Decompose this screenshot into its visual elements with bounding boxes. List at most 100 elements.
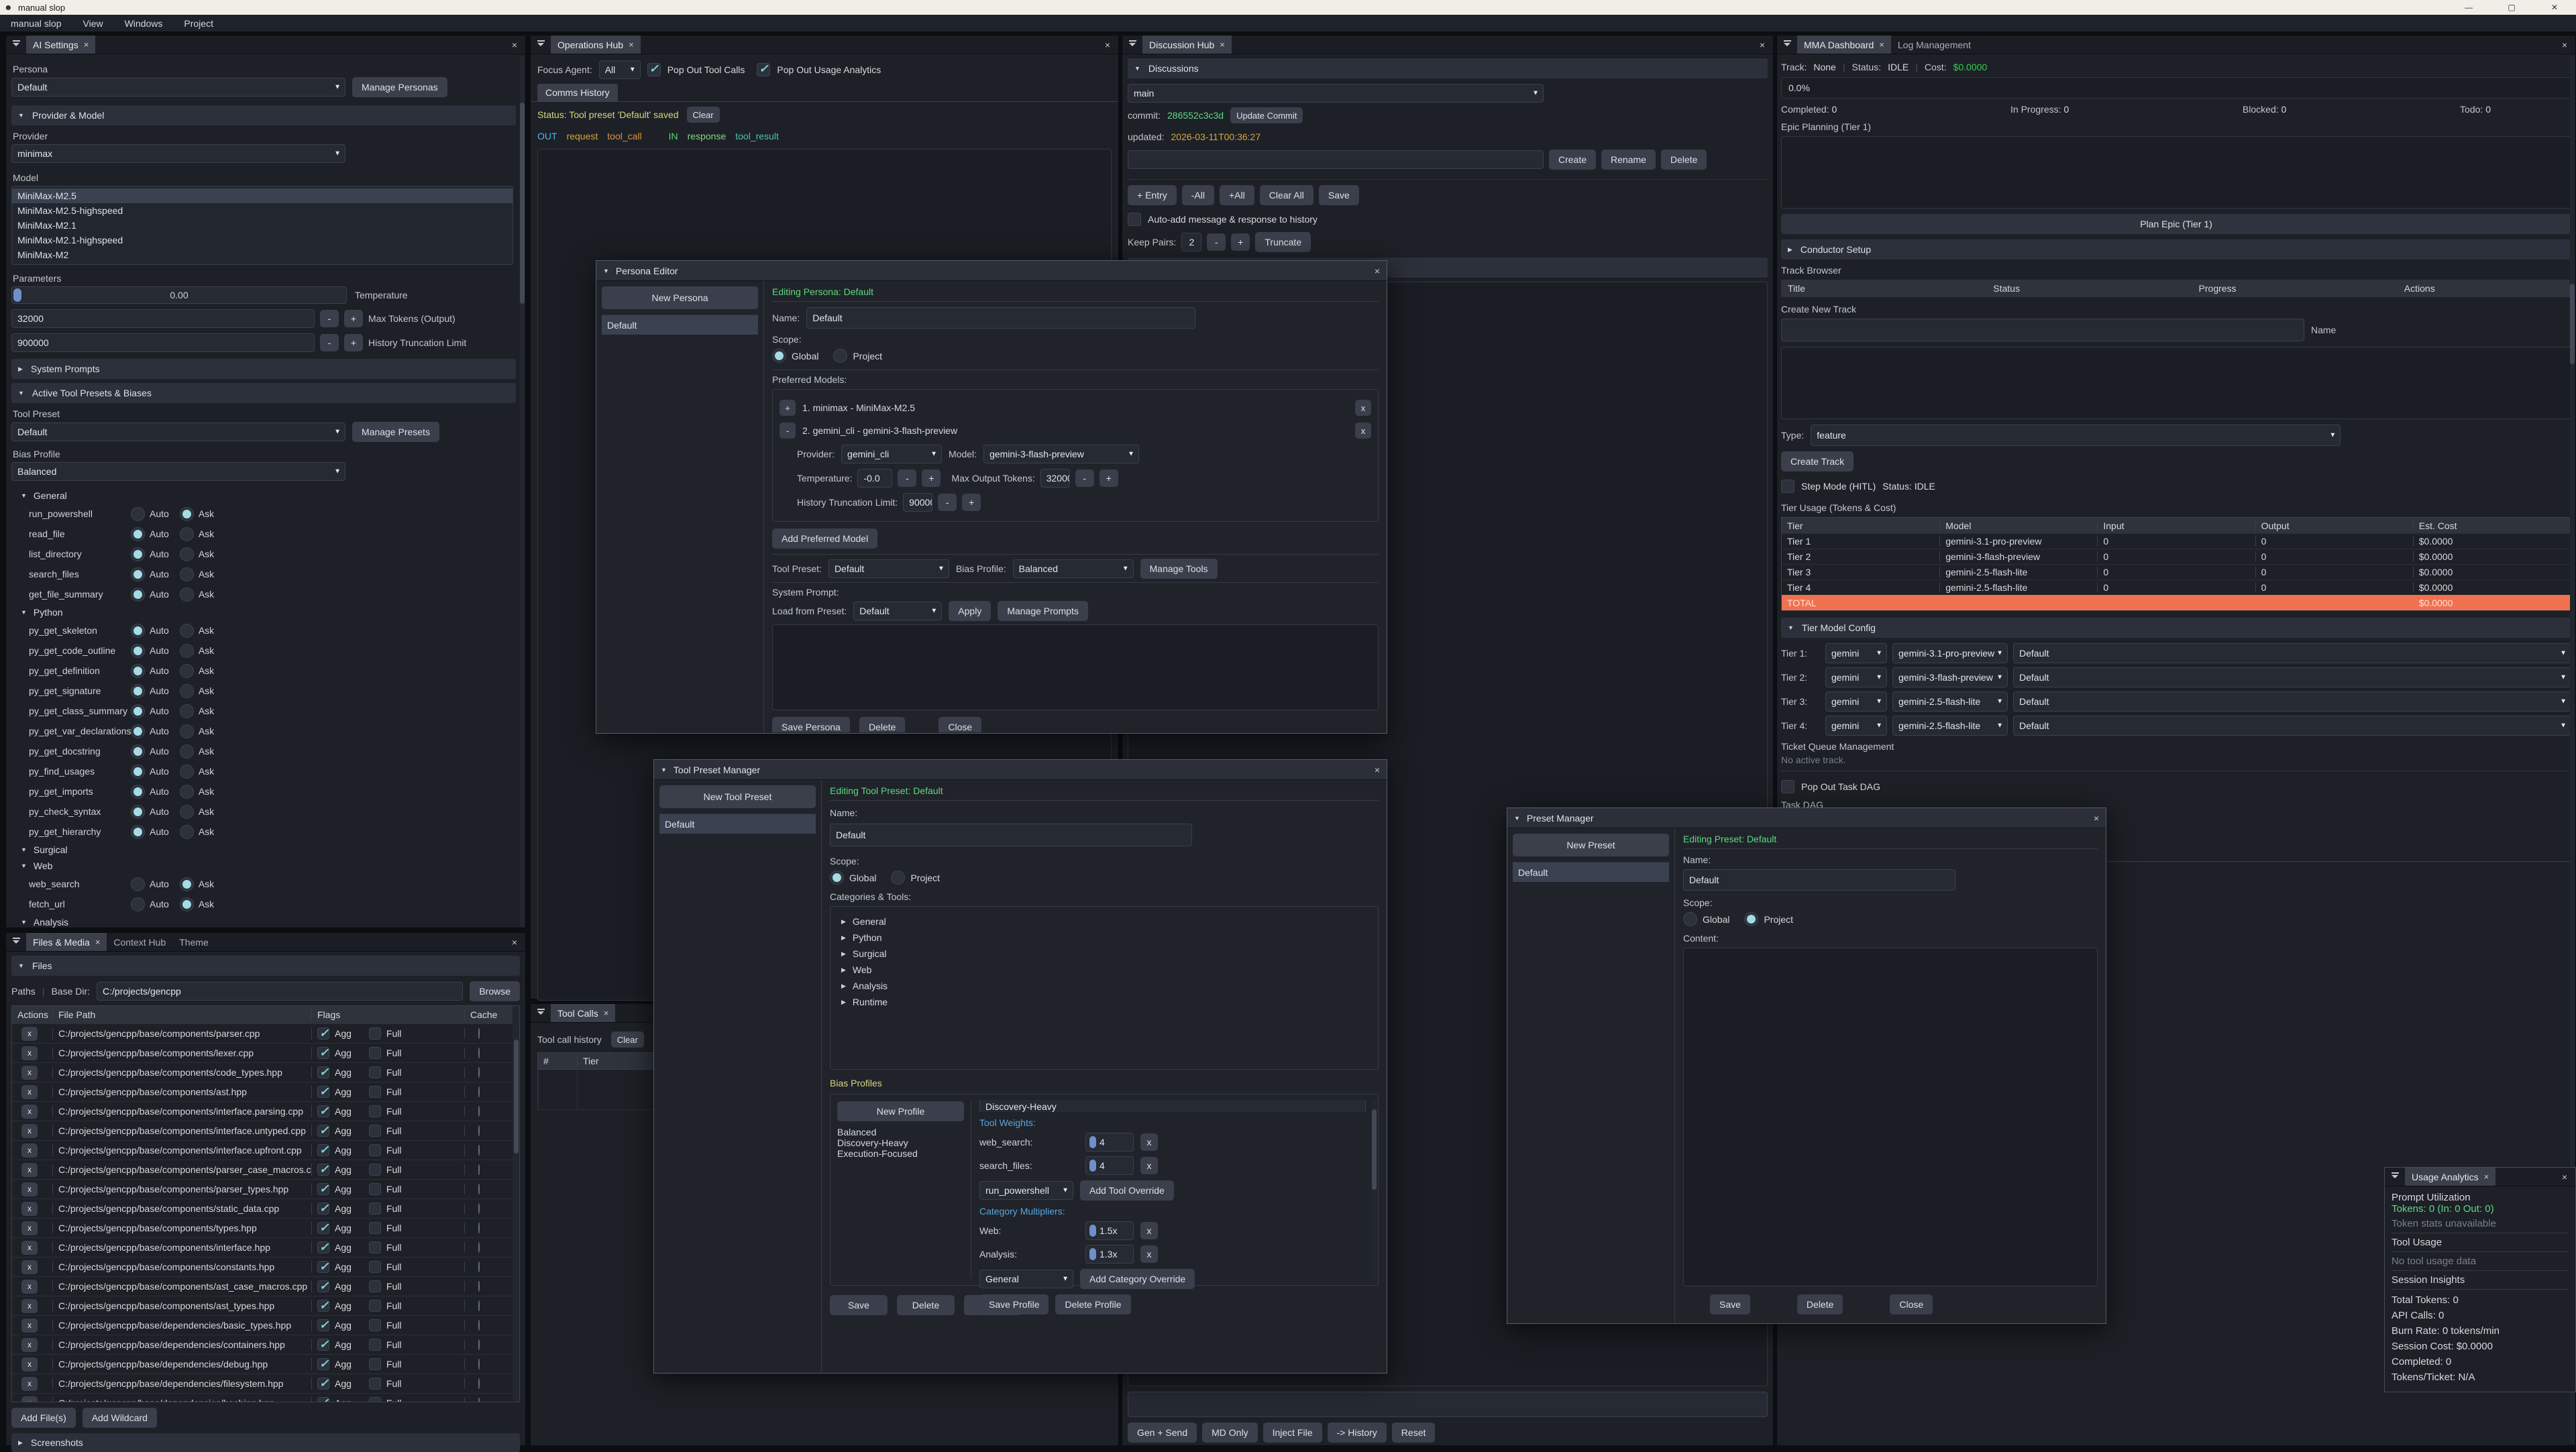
chevron-down-icon[interactable]: ▼ [603,268,609,274]
ask-radio[interactable] [180,897,194,911]
tab-operations-hub[interactable]: Operations Hub× [551,36,641,54]
category-item[interactable]: ▶ Surgical [837,946,1371,962]
category-item[interactable]: ▶ Python [837,930,1371,946]
manage-prompts-button[interactable]: Manage Prompts [998,601,1088,621]
scrollbar-thumb[interactable] [520,103,525,304]
list-item[interactable]: Default [602,315,758,335]
agg-checkbox[interactable] [317,1027,329,1040]
auto-radio[interactable] [131,785,145,799]
model-list-item[interactable]: MiniMax-M2.1-highspeed [12,233,513,247]
new-persona-button[interactable]: New Persona [602,286,758,309]
bias-profile-dropdown[interactable]: Balanced [11,462,345,481]
panel-tab[interactable]: MMA Dashboard× [1797,36,1891,54]
agg-checkbox[interactable] [317,1280,329,1292]
scrollbar[interactable] [520,56,525,926]
remove-file-button[interactable]: x [21,1085,38,1099]
increment-button[interactable]: + [344,310,363,327]
popout-usage-checkbox[interactable] [757,63,770,76]
category-item[interactable]: ▶ General [837,913,1371,930]
scrollbar-thumb[interactable] [2570,284,2575,364]
auto-radio[interactable] [131,877,145,891]
remove-file-button[interactable]: x [21,1027,38,1041]
full-checkbox[interactable] [369,1144,381,1156]
persona-dropdown[interactable]: Default [11,78,345,97]
full-checkbox[interactable] [369,1203,381,1215]
ask-radio[interactable] [180,877,194,891]
tier-model-config-section-header[interactable]: ▼ Tier Model Config [1781,618,2571,638]
screenshots-section-header[interactable]: ▶ Screenshots [11,1433,520,1452]
auto-radio[interactable] [131,644,145,658]
comms-history-tab[interactable]: Comms History [537,84,618,101]
auto-radio[interactable] [131,547,145,561]
full-checkbox[interactable] [369,1378,381,1390]
model-list-item[interactable]: MiniMax-M2.5 [12,188,513,203]
create-track-button[interactable]: Create Track [1781,451,1854,471]
decrement-button[interactable]: - [898,469,916,487]
full-checkbox[interactable] [369,1047,381,1059]
full-checkbox[interactable] [369,1397,381,1402]
preset-name-input[interactable]: Default [1683,869,1955,891]
preset-name-input[interactable]: Default [830,824,1192,846]
provider-dropdown[interactable]: gemini [1825,643,1887,663]
ask-radio[interactable] [180,805,194,819]
remove-file-button[interactable]: x [21,1143,38,1158]
bias-profile-dropdown[interactable]: Balanced [1013,559,1134,578]
scope-project-radio[interactable] [833,349,847,363]
full-checkbox[interactable] [369,1086,381,1098]
panel-close-icon[interactable]: × [1752,40,1773,50]
panel-tab[interactable]: Context Hub× [107,933,172,951]
track-name-input[interactable] [1781,319,2304,341]
save-persona-button[interactable]: Save Persona [772,717,850,732]
tool-category-header[interactable]: ▼ Python [11,604,516,620]
tab-close-icon[interactable]: × [2484,1172,2489,1182]
remove-file-button[interactable]: x [21,1338,38,1352]
delete-persona-button[interactable]: Delete [859,717,905,732]
preset-content-textarea[interactable] [1683,948,2098,1286]
remove-file-button[interactable]: x [21,1163,38,1177]
remove-file-button[interactable]: x [21,1066,38,1080]
agg-checkbox[interactable] [317,1339,329,1351]
agg-checkbox[interactable] [317,1183,329,1195]
ask-radio[interactable] [180,527,194,541]
agg-checkbox[interactable] [317,1164,329,1176]
rename-discussion-button[interactable]: Rename [1601,150,1656,170]
remove-file-button[interactable]: x [21,1260,38,1274]
clear-tool-calls-button[interactable]: Clear [611,1031,644,1048]
update-commit-button[interactable]: Update Commit [1230,107,1303,123]
temperature-input[interactable]: -0.0 [857,469,892,488]
increment-button[interactable]: + [1099,469,1118,487]
model-listbox[interactable]: MiniMax-M2.5MiniMax-M2.5-highspeed MiniMa… [11,186,513,265]
action-button[interactable]: Save [1319,185,1359,205]
remove-file-button[interactable]: x [21,1241,38,1255]
tool-category-header[interactable]: ▼ Web [11,858,516,874]
scrollbar-thumb[interactable] [514,1040,519,1154]
tab-tool-calls[interactable]: Tool Calls× [551,1004,615,1022]
auto-radio[interactable] [131,624,145,638]
list-item[interactable]: Execution-Focused [837,1148,964,1159]
remove-file-button[interactable]: x [21,1202,38,1216]
agg-checkbox[interactable] [317,1319,329,1331]
action-button[interactable]: -All [1182,185,1214,205]
weight-slider[interactable]: 4 [1085,1133,1134,1152]
tab-discussion-hub[interactable]: Discussion Hub× [1142,36,1232,54]
model-list-item[interactable]: MiniMax-M2.5-highspeed [12,203,513,218]
agg-checkbox[interactable] [317,1047,329,1059]
panel-tab[interactable]: Theme× [172,933,215,951]
remove-file-button[interactable]: x [21,1377,38,1391]
ask-radio[interactable] [180,507,194,521]
scope-global-radio[interactable] [830,871,844,885]
ask-radio[interactable] [180,765,194,779]
full-checkbox[interactable] [369,1280,381,1292]
scope-project-radio[interactable] [1744,912,1758,926]
auto-radio[interactable] [131,724,145,738]
menu-item[interactable]: Windows [114,18,174,29]
ask-radio[interactable] [180,825,194,839]
provider-dropdown[interactable]: gemini_cli [841,445,942,463]
agg-checkbox[interactable] [317,1397,329,1402]
action-button[interactable]: + Entry [1128,185,1177,205]
category-item[interactable]: ▶ Runtime [837,994,1371,1010]
tab-ai-settings[interactable]: AI Settings× [26,36,95,54]
browse-button[interactable]: Browse [470,981,520,1001]
remove-file-button[interactable]: x [21,1046,38,1060]
files-section-header[interactable]: ▼ Files [11,956,520,976]
